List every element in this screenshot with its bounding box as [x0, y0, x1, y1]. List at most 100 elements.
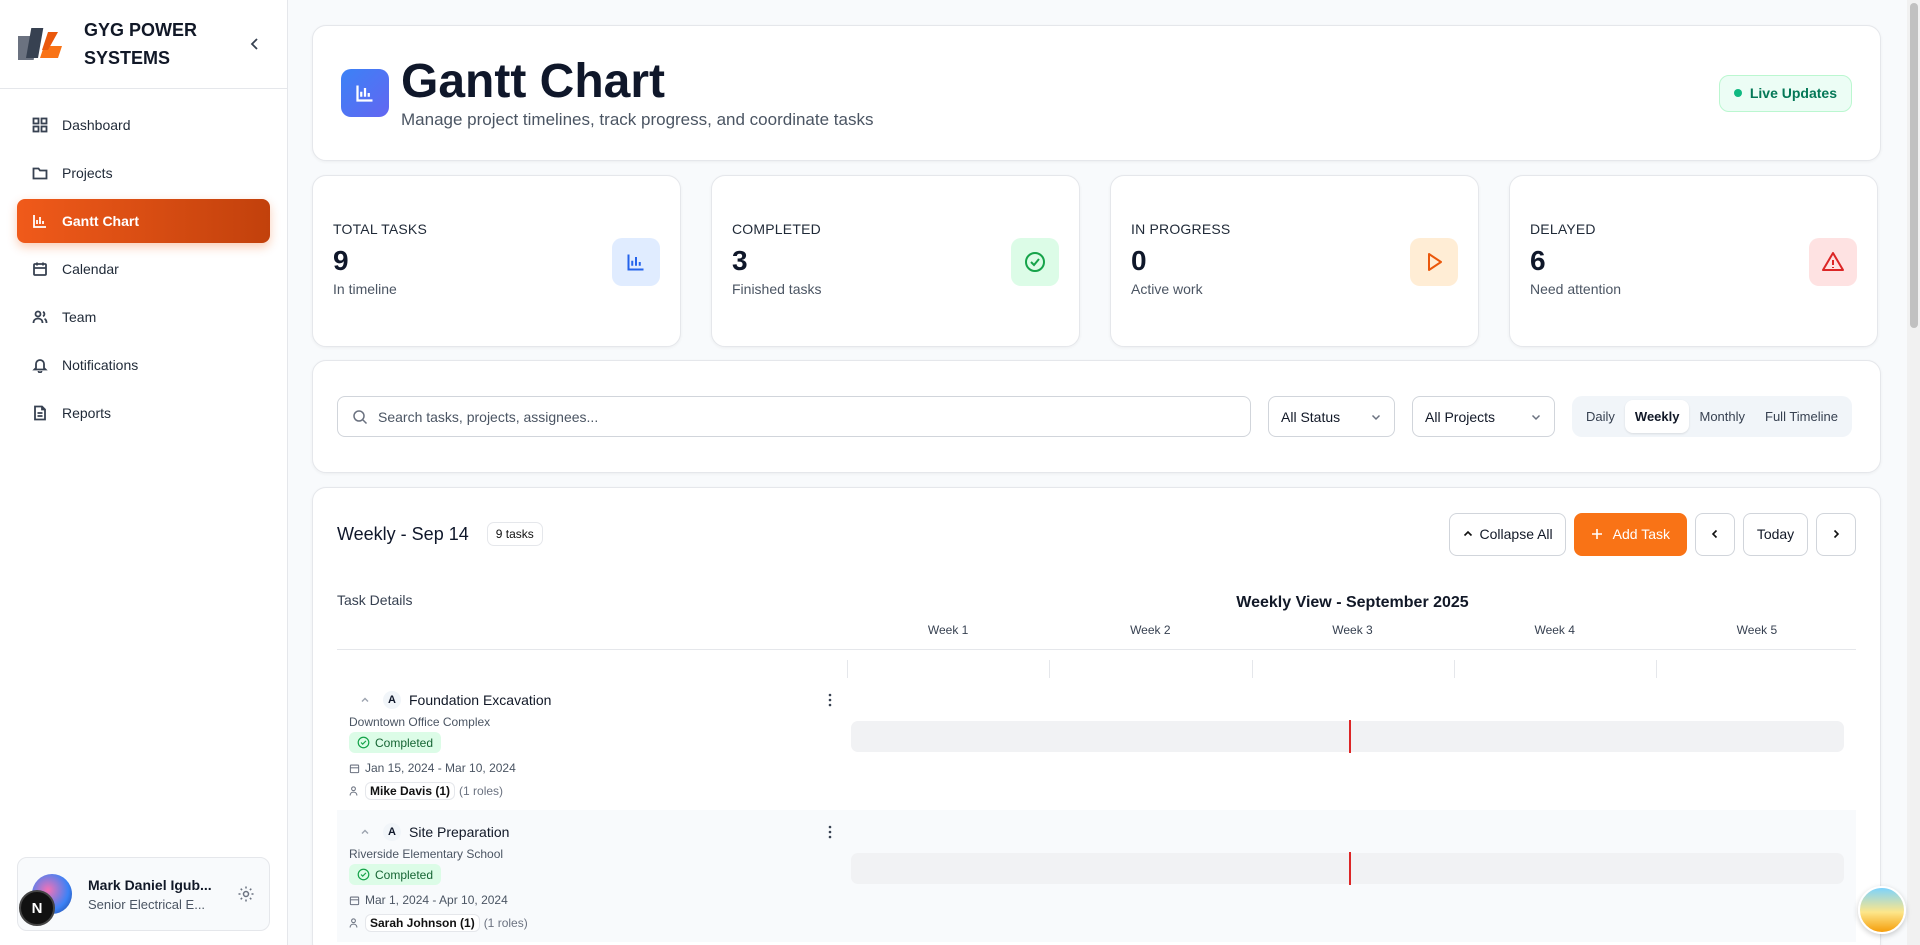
- sidebar-item-label: Team: [62, 309, 97, 325]
- sidebar-item-gantt-chart[interactable]: Gantt Chart: [17, 199, 270, 243]
- view-switcher: Daily Weekly Monthly Full Timeline: [1572, 396, 1852, 437]
- status-badge: Completed: [349, 864, 442, 885]
- sidebar-item-team[interactable]: Team: [17, 295, 270, 339]
- previous-period-button[interactable]: [1695, 512, 1735, 556]
- user-role: Senior Electrical E...: [88, 896, 206, 912]
- scrollbar-thumb[interactable]: [1910, 3, 1918, 328]
- assignee-roles: (1 roles): [459, 784, 504, 798]
- alert-triangle-icon: [1809, 238, 1857, 286]
- task-menu-button[interactable]: [820, 822, 840, 842]
- week-label: Week 3: [1332, 623, 1373, 637]
- next-period-button[interactable]: [1816, 512, 1856, 556]
- week-columns: Week 1 Week 2 Week 3 Week 4 Week 5: [847, 623, 1858, 637]
- page-title: Gantt Chart: [401, 55, 665, 108]
- dashboard-icon: [32, 117, 48, 133]
- gridline: [1049, 660, 1050, 678]
- sidebar-nav: Dashboard Projects Gantt Chart Calendar …: [0, 89, 287, 453]
- stat-label: IN PROGRESS: [1131, 221, 1231, 237]
- sidebar-item-calendar[interactable]: Calendar: [17, 247, 270, 291]
- more-vertical-icon: [828, 693, 832, 707]
- task-project: Downtown Office Complex: [349, 715, 491, 729]
- sidebar-item-reports[interactable]: Reports: [17, 391, 270, 435]
- gantt-toolbar: Weekly - Sep 14 9 tasks Collapse All Add…: [337, 488, 1856, 580]
- status-label: Completed: [375, 867, 434, 882]
- projects-select-value: All Projects: [1425, 408, 1496, 425]
- calendar-icon: [33, 262, 47, 276]
- task-date-range: Mar 1, 2024 - Apr 10, 2024: [365, 893, 508, 907]
- chevron-up-icon: [1463, 530, 1472, 537]
- company-logo-icon: [18, 28, 62, 60]
- sidebar: GYG POWER SYSTEMS Dashboard Projects Gan…: [0, 0, 288, 945]
- collapse-all-button[interactable]: Collapse All: [1448, 512, 1566, 556]
- gear-icon[interactable]: [237, 885, 255, 903]
- task-initial: A: [383, 691, 401, 709]
- view-weekly[interactable]: Weekly: [1624, 400, 1690, 433]
- assistant-widget-icon[interactable]: [1858, 886, 1906, 934]
- week-label: Week 1: [927, 623, 969, 637]
- gantt-period-title: Weekly - Sep 14: [337, 523, 469, 544]
- sidebar-item-projects[interactable]: Projects: [17, 151, 270, 195]
- play-icon: [1410, 238, 1458, 286]
- collapse-sidebar-button[interactable]: [241, 30, 269, 58]
- page-header: Gantt Chart Manage project timelines, tr…: [312, 25, 1881, 161]
- sidebar-item-dashboard[interactable]: Dashboard: [17, 103, 270, 147]
- projects-select[interactable]: All Projects: [1412, 396, 1555, 437]
- chevron-up-icon[interactable]: [357, 824, 373, 840]
- sidebar-item-notifications[interactable]: Notifications: [17, 343, 270, 387]
- task-menu-button[interactable]: [820, 690, 840, 710]
- task-row[interactable]: A Foundation Excavation Downtown Office …: [337, 678, 1856, 810]
- sidebar-item-label: Notifications: [62, 357, 139, 373]
- search-box[interactable]: [337, 396, 1251, 437]
- sidebar-item-label: Dashboard: [62, 117, 131, 133]
- week-label: Week 4: [1534, 623, 1575, 637]
- chevron-left-icon: [250, 38, 258, 50]
- view-monthly[interactable]: Monthly: [1689, 400, 1755, 433]
- dev-tools-badge[interactable]: N: [19, 890, 55, 926]
- task-date-range: Jan 15, 2024 - Mar 10, 2024: [365, 761, 516, 775]
- stat-sub: Active work: [1131, 281, 1203, 297]
- stat-label: DELAYED: [1530, 221, 1596, 237]
- task-name: Site Preparation: [409, 824, 510, 840]
- stat-card-delayed: DELAYED 6 Need attention: [1509, 175, 1878, 347]
- check-circle-icon: [357, 736, 370, 749]
- search-input[interactable]: [378, 408, 1178, 425]
- task-timeline-track: [851, 852, 1844, 885]
- stat-sub: In timeline: [333, 281, 397, 297]
- task-details-heading: Task Details: [337, 592, 413, 608]
- user-profile-card[interactable]: Mark Daniel Igub... Senior Electrical E.…: [17, 857, 270, 931]
- stats-row: TOTAL TASKS 9 In timeline COMPLETED 3 Fi…: [312, 175, 1881, 347]
- calendar-icon: [349, 764, 360, 773]
- view-daily[interactable]: Daily: [1576, 400, 1625, 433]
- week-label: Week 5: [1736, 623, 1778, 637]
- filter-bar: All Status All Projects Daily Weekly Mon…: [312, 360, 1881, 473]
- page-scrollbar[interactable]: [1907, 0, 1920, 945]
- stat-label: COMPLETED: [732, 221, 821, 237]
- stat-sub: Finished tasks: [732, 281, 822, 297]
- sidebar-item-label: Reports: [62, 405, 112, 421]
- chevron-up-icon[interactable]: [357, 692, 373, 708]
- assignee-pill: Sarah Johnson (1): [365, 914, 480, 932]
- view-full-timeline[interactable]: Full Timeline: [1755, 400, 1848, 433]
- brand: GYG POWER SYSTEMS: [0, 0, 287, 89]
- today-button[interactable]: Today: [1743, 512, 1808, 556]
- task-dates: Mar 1, 2024 - Apr 10, 2024: [349, 893, 508, 907]
- gridline: [1656, 660, 1657, 678]
- user-name: Mark Daniel Igub...: [88, 876, 212, 893]
- stat-value: 6: [1530, 245, 1546, 276]
- gridline: [1252, 660, 1253, 678]
- task-row[interactable]: A Site Preparation Riverside Elementary …: [337, 810, 1856, 942]
- collapse-all-label: Collapse All: [1479, 526, 1553, 542]
- stat-card-total-tasks: TOTAL TASKS 9 In timeline: [312, 175, 681, 347]
- add-task-button[interactable]: Add Task: [1573, 512, 1687, 556]
- status-select[interactable]: All Status: [1268, 396, 1395, 437]
- folder-icon: [32, 167, 48, 180]
- gantt-panel: Weekly - Sep 14 9 tasks Collapse All Add…: [312, 487, 1881, 945]
- gantt-header-icon: [341, 69, 389, 117]
- task-initial: A: [383, 823, 401, 841]
- page-subtitle: Manage project timelines, track progress…: [401, 110, 874, 129]
- chevron-down-icon: [1531, 414, 1541, 420]
- task-count-badge: 9 tasks: [486, 522, 543, 546]
- brand-name: GYG POWER SYSTEMS: [84, 20, 198, 68]
- chevron-right-icon: [1833, 529, 1840, 539]
- search-icon: [353, 409, 368, 424]
